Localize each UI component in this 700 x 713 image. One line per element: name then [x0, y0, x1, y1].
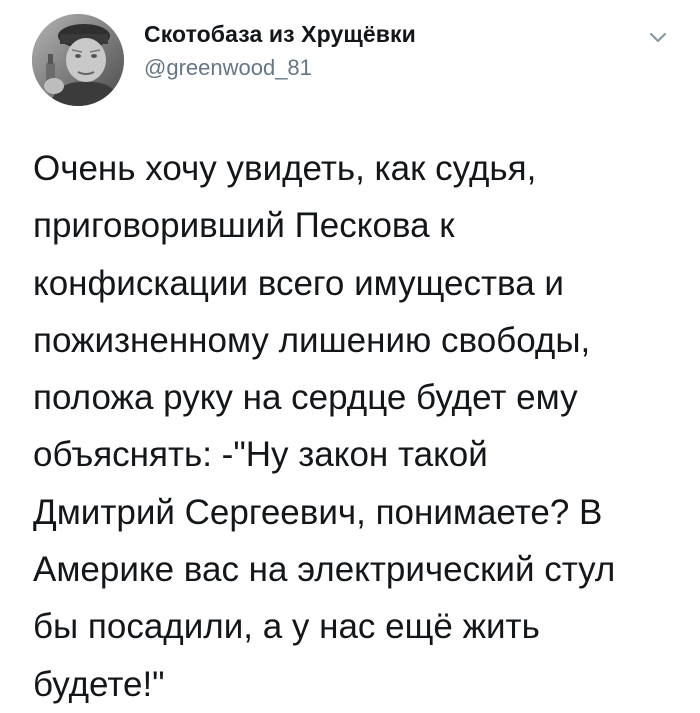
author-display-name[interactable]: Скотобаза из Хрущёвки	[144, 21, 416, 48]
tweet-header: Скотобаза из Хрущёвки @greenwood_81	[0, 0, 700, 110]
chevron-down-icon[interactable]	[642, 26, 674, 50]
avatar[interactable]	[32, 14, 124, 106]
author-handle[interactable]: @greenwood_81	[144, 55, 312, 81]
tweet-card: Скотобаза из Хрущёвки @greenwood_81 Очен…	[0, 0, 700, 704]
avatar-photo-icon	[32, 14, 124, 106]
tweet-text: Очень хочу увидеть, как судья, приговори…	[33, 149, 616, 704]
